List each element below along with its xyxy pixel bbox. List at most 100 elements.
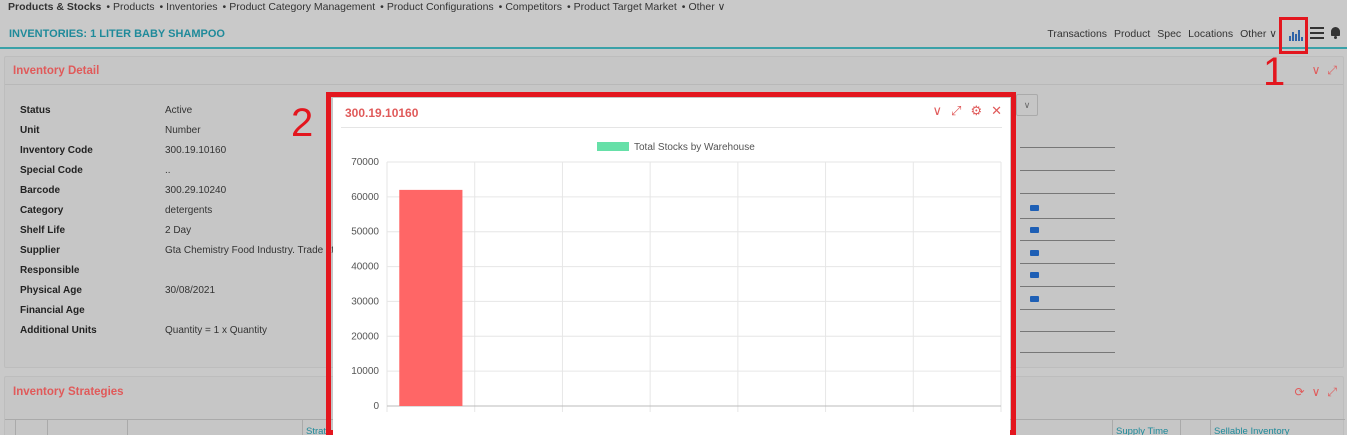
list-icon[interactable] xyxy=(1310,27,1324,39)
nav-item[interactable]: Products & Stocks xyxy=(8,1,101,13)
annotation-highlight-box xyxy=(1279,17,1308,54)
detail-row: Financial Age xyxy=(20,301,343,321)
table-header-supply-time[interactable]: Supply Time xyxy=(1112,420,1180,435)
divider xyxy=(1020,218,1115,219)
detail-row: Physical Age 30/08/2021 xyxy=(20,281,343,301)
detail-row: Responsible xyxy=(20,261,343,281)
divider xyxy=(1020,352,1115,353)
detail-row: Category detergents xyxy=(20,201,343,221)
detail-value: 300.29.10240 xyxy=(165,185,227,196)
detail-row: Shelf Life 2 Day xyxy=(20,221,343,241)
chart-modal-title: 300.19.10160 xyxy=(345,106,419,120)
divider xyxy=(1020,309,1115,310)
detail-label: Category xyxy=(20,205,64,216)
inventory-strategies-title: Inventory Strategies xyxy=(13,386,124,398)
legend-swatch xyxy=(597,142,629,151)
page-title: INVENTORIES: 1 LITER BABY SHAMPOO xyxy=(9,28,225,40)
truck-icon[interactable] xyxy=(1030,272,1039,278)
table-header-cell xyxy=(1180,420,1210,435)
expand-icon[interactable]: ⤢ xyxy=(951,104,961,118)
detail-label: Physical Age xyxy=(20,285,82,296)
expand-icon[interactable]: ⤢ xyxy=(1327,64,1337,76)
detail-row: Supplier Gta Chemistry Food Industry. Tra… xyxy=(20,241,343,261)
nav-item[interactable]: Product Category Management xyxy=(229,1,375,13)
nav-item[interactable]: Other ∨ xyxy=(688,1,725,13)
header-tabs: Transactions Product Spec Locations Other ∨ xyxy=(1047,28,1277,40)
header-tab[interactable]: Spec xyxy=(1157,28,1181,40)
divider xyxy=(1020,193,1115,194)
nav-separator: • xyxy=(498,1,503,13)
nav-separator: • xyxy=(380,1,384,13)
dropdown-chevron-icon[interactable]: ∨ xyxy=(1016,94,1038,116)
gear-icon[interactable]: ⚙ xyxy=(970,104,982,118)
detail-value: Active xyxy=(165,105,193,116)
truck-icon[interactable] xyxy=(1030,296,1039,302)
panel-controls: ∨ ⤢ xyxy=(1312,64,1337,76)
detail-label: Inventory Code xyxy=(20,145,93,156)
chart-modal: 300.19.10160 ∨ ⤢ ⚙ ✕ Total Stocks by War… xyxy=(333,98,1010,435)
nav-item[interactable]: Product Configurations xyxy=(387,1,494,13)
stock-chart: Total Stocks by Warehouse 70000 60000 50000… xyxy=(351,142,1002,412)
detail-label: Status xyxy=(20,105,51,116)
panel-controls: ⟳ ∨ ⤢ xyxy=(1295,386,1337,398)
detail-row: Additional Units Quantity = 1 x Quantity xyxy=(20,321,343,341)
header-tab[interactable]: Locations xyxy=(1188,28,1233,40)
detail-value: Quantity = 1 x Quantity xyxy=(165,325,267,336)
legend-label: Total Stocks by Warehouse xyxy=(634,142,755,153)
detail-label: Financial Age xyxy=(20,305,85,316)
detail-row: Special Code.. xyxy=(20,161,343,181)
detail-value: .. xyxy=(165,165,171,176)
nav-separator: • xyxy=(681,1,686,13)
detail-value: 300.19.10160 xyxy=(165,145,227,156)
detail-label: Shelf Life xyxy=(20,225,66,236)
bell-icon[interactable] xyxy=(1330,27,1341,39)
nav-separator: • xyxy=(106,1,111,13)
modal-controls: ∨ ⤢ ⚙ ✕ xyxy=(933,104,1002,118)
divider xyxy=(1020,147,1115,148)
table-header-cell xyxy=(127,420,302,435)
divider xyxy=(1020,170,1115,171)
expand-icon[interactable]: ⤢ xyxy=(1327,386,1337,398)
y-tick-label: 70000 xyxy=(351,157,379,168)
detail-value: 30/08/2021 xyxy=(165,285,216,296)
y-tick-label: 0 xyxy=(373,401,379,412)
detail-label: Special Code xyxy=(20,165,83,176)
y-tick-label: 50000 xyxy=(351,227,379,238)
truck-icon[interactable] xyxy=(1030,250,1039,256)
detail-value: Gta Chemistry Food Industry. Trade Ltd. xyxy=(165,245,343,256)
collapse-icon[interactable]: ∨ xyxy=(1312,386,1321,398)
close-icon[interactable]: ✕ xyxy=(991,104,1002,118)
divider xyxy=(1020,263,1115,264)
detail-label: Additional Units xyxy=(20,325,97,336)
header-tab[interactable]: Product xyxy=(1114,28,1150,40)
top-navigation: Products & Stocks • Products • Inventories • P… xyxy=(0,0,1347,14)
detail-row: Barcode 300.29.10240 xyxy=(20,181,343,201)
nav-item[interactable]: Competitors xyxy=(505,1,562,13)
refresh-icon[interactable]: ⟳ xyxy=(1295,386,1305,398)
table-header-sellable-inventory[interactable]: Sellable Inventory xyxy=(1210,420,1340,435)
y-tick-label: 60000 xyxy=(351,192,379,203)
detail-label: Barcode xyxy=(20,185,61,196)
divider xyxy=(1020,286,1115,287)
y-tick-label: 20000 xyxy=(351,331,379,342)
nav-item[interactable]: Inventories xyxy=(166,1,217,13)
truck-icon[interactable] xyxy=(1030,205,1039,211)
header-tab[interactable]: Other ∨ xyxy=(1240,28,1277,40)
nav-item[interactable]: Product Target Market xyxy=(574,1,677,13)
detail-label: Supplier xyxy=(20,245,61,256)
y-tick-label: 30000 xyxy=(351,296,379,307)
detail-label: Unit xyxy=(20,125,40,136)
annotation-marker-1: 1 xyxy=(1263,50,1286,94)
bar xyxy=(399,189,463,406)
truck-icon[interactable] xyxy=(1030,227,1039,233)
nav-item[interactable]: Products xyxy=(113,1,154,13)
divider xyxy=(1020,240,1115,241)
nav-separator: • xyxy=(159,1,164,13)
inventory-detail-header: Inventory Detail ∨ ⤢ xyxy=(5,57,1343,85)
detail-value: detergents xyxy=(165,205,213,216)
collapse-icon[interactable]: ∨ xyxy=(933,104,943,118)
header-tab[interactable]: Transactions xyxy=(1047,28,1107,40)
inventory-detail-title: Inventory Detail xyxy=(13,65,100,77)
collapse-icon[interactable]: ∨ xyxy=(1312,64,1321,76)
nav-separator: • xyxy=(222,1,227,13)
